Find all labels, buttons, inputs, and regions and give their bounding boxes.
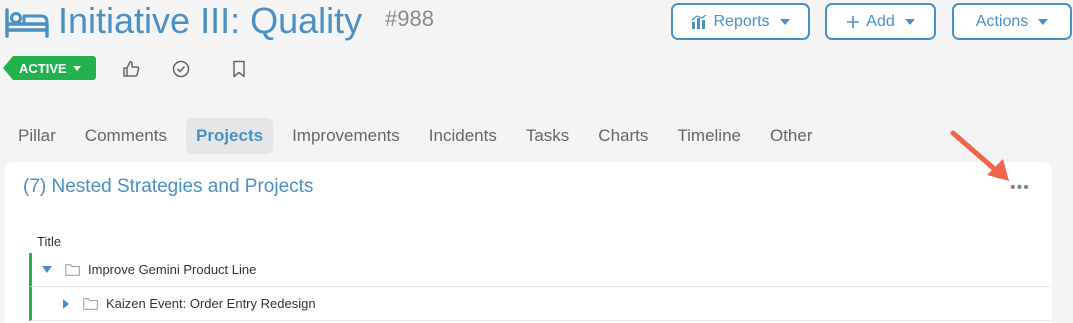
tab-tasks[interactable]: Tasks (516, 118, 579, 154)
expand-caret-icon[interactable] (42, 266, 52, 273)
record-id: #988 (385, 6, 434, 31)
tab-projects[interactable]: Projects (185, 118, 274, 154)
table-row[interactable]: Improve Gemini Product Line (29, 253, 1051, 287)
table-row[interactable]: Kaizen Event: Order Entry Redesign (29, 287, 1051, 321)
bed-icon (5, 8, 49, 38)
tab-other[interactable]: Other (760, 118, 823, 154)
thumbs-up-icon[interactable] (121, 59, 141, 79)
add-button[interactable]: Add (825, 3, 936, 40)
chevron-down-icon (904, 18, 915, 25)
column-header-title: Title (37, 234, 62, 249)
row-title[interactable]: Improve Gemini Product Line (88, 262, 256, 277)
bookmark-icon[interactable] (229, 59, 249, 79)
actions-button[interactable]: Actions (952, 3, 1072, 40)
check-circle-icon[interactable] (171, 59, 191, 79)
bar-chart-icon (692, 14, 707, 29)
panel-title: (7) Nested Strategies and Projects (23, 176, 314, 197)
tab-incidents[interactable]: Incidents (419, 118, 507, 154)
row-title[interactable]: Kaizen Event: Order Entry Redesign (106, 296, 316, 311)
chevron-down-icon (1038, 18, 1049, 25)
page-title: Initiative III: Quality (58, 0, 363, 41)
folder-icon (83, 297, 98, 310)
reports-button[interactable]: Reports (671, 3, 810, 40)
tab-timeline[interactable]: Timeline (667, 118, 751, 154)
status-badge[interactable]: ACTIVE (3, 56, 96, 80)
tab-bar: Pillar Comments Projects Improvements In… (8, 118, 832, 154)
collapse-caret-icon[interactable] (63, 298, 69, 309)
tab-charts[interactable]: Charts (588, 118, 658, 154)
tab-improvements[interactable]: Improvements (282, 118, 410, 154)
folder-icon (65, 263, 80, 276)
tab-comments[interactable]: Comments (75, 118, 177, 154)
add-button-label: Add (866, 12, 895, 30)
annotation-arrow-icon (950, 130, 1009, 181)
tab-pillar[interactable]: Pillar (8, 118, 66, 154)
chevron-down-icon (72, 65, 81, 71)
actions-button-label: Actions (975, 12, 1029, 30)
plus-icon (847, 15, 860, 28)
chevron-down-icon (779, 18, 790, 25)
reports-button-label: Reports (713, 12, 770, 30)
status-label: ACTIVE (19, 60, 67, 76)
